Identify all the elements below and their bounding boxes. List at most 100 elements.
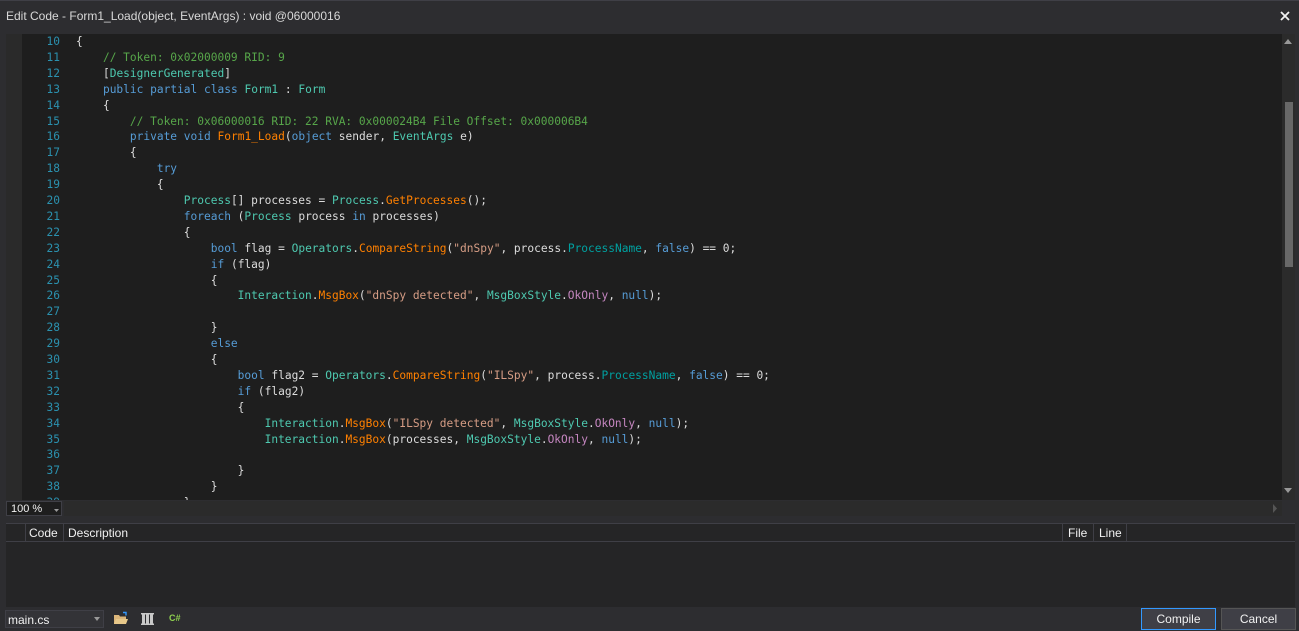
scroll-down-arrow-icon[interactable] [1284,488,1292,493]
cancel-button[interactable]: Cancel [1221,608,1296,630]
line-number: 13 [46,82,60,96]
line-number: 16 [46,130,60,144]
vertical-scrollbar[interactable] [1282,34,1295,500]
code-line[interactable]: 20 Process[] processes = Process.GetProc… [22,193,487,209]
error-list-header: Code Description File Line [6,523,1295,542]
code-line[interactable]: 36 [22,447,76,463]
code-line[interactable]: 30 { [22,352,218,368]
code-text: } [237,464,245,478]
code-line[interactable]: 31 bool flag2 = Operators.CompareString(… [22,368,770,384]
code-line[interactable]: 18 try [22,161,178,177]
line-number: 29 [46,337,60,351]
column-code[interactable]: Code [29,526,58,540]
code-line[interactable]: 27 [22,304,76,320]
code-text: private void Form1_Load(object sender, E… [129,130,474,144]
line-number: 22 [46,225,60,239]
line-number: 35 [46,432,60,446]
code-line[interactable]: 35 Interaction.MsgBox(processes, MsgBoxS… [22,432,642,448]
zoom-value: 100 % [11,503,43,515]
line-number: 38 [46,480,60,494]
scroll-right-arrow-icon[interactable] [1272,504,1278,513]
column-file[interactable]: File [1068,526,1087,540]
line-number: 17 [46,146,60,160]
assembly-references-icon[interactable] [140,611,156,627]
chevron-down-icon [94,617,100,621]
code-text: { [183,225,191,239]
code-text: // Token: 0x06000016 RID: 22 RVA: 0x0000… [129,114,588,128]
file-select[interactable]: main.cs [5,610,104,628]
line-number: 11 [46,50,60,64]
code-text: { [129,146,137,160]
code-text: Interaction.MsgBox(processes, MsgBoxStyl… [264,432,642,446]
code-line[interactable]: 17 { [22,145,137,161]
line-number: 23 [46,241,60,255]
line-number: 14 [46,98,60,112]
code-line[interactable]: 23 bool flag = Operators.CompareString("… [22,241,737,257]
line-number: 34 [46,416,60,430]
column-divider [1062,524,1063,542]
code-line[interactable]: 24 if (flag) [22,257,272,273]
code-line[interactable]: 13 public partial class Form1 : Form [22,82,326,98]
code-lines: 10{11 // Token: 0x02000009 RID: 9 12 [Des… [22,34,1282,500]
line-number: 27 [46,305,60,319]
csharp-icon[interactable]: C# [169,613,185,629]
chevron-down-icon [54,509,59,512]
code-line[interactable]: 29 else [22,336,238,352]
close-icon [1280,11,1290,21]
dialog-footer: main.cs C# Compile Cancel [0,607,1299,631]
code-line[interactable]: 25 { [22,273,218,289]
scrollbar-thumb[interactable] [1285,102,1293,267]
code-line[interactable]: 22 { [22,225,191,241]
column-divider [1126,524,1127,542]
code-line[interactable]: 38 } [22,479,218,495]
code-line[interactable]: 32 if (flag2) [22,384,306,400]
line-number: 15 [46,114,60,128]
code-text: { [237,400,245,414]
code-text: { [156,178,164,192]
column-divider [63,524,64,542]
close-button[interactable] [1276,6,1294,26]
code-line[interactable]: 16 private void Form1_Load(object sender… [22,129,474,145]
zoom-select[interactable]: 100 % [6,501,62,516]
code-line[interactable]: 33 { [22,400,245,416]
code-text: public partial class Form1 : Form [102,82,326,96]
code-line[interactable]: 14 { [22,98,110,114]
open-folder-icon[interactable] [113,611,129,627]
line-number: 32 [46,384,60,398]
horizontal-scrollbar[interactable] [64,501,1282,516]
column-description[interactable]: Description [68,526,128,540]
file-select-value: main.cs [8,613,50,627]
line-number: 24 [46,257,60,271]
code-line[interactable]: 19 { [22,177,164,193]
line-number: 31 [46,368,60,382]
code-text: bool flag2 = Operators.CompareString("IL… [237,368,770,382]
code-text: { [210,353,218,366]
code-line[interactable]: 21 foreach (Process process in processes… [22,209,440,225]
column-line[interactable]: Line [1099,526,1122,540]
code-editor[interactable]: 10{11 // Token: 0x02000009 RID: 9 12 [Des… [6,34,1295,500]
code-line[interactable]: 11 // Token: 0x02000009 RID: 9 [22,50,285,66]
code-line[interactable]: 26 Interaction.MsgBox("dnSpy detected", … [22,288,663,304]
column-divider [1093,524,1094,542]
code-line[interactable]: 10 { [22,34,83,50]
line-number: 26 [46,289,60,303]
code-text: } [210,480,218,494]
line-number: 36 [46,448,60,462]
line-number: 12 [46,66,60,80]
code-line[interactable]: 15 // Token: 0x06000016 RID: 22 RVA: 0x0… [22,114,588,130]
line-number: 18 [46,162,60,176]
code-line[interactable]: 37 } [22,463,245,479]
code-text: bool flag = Operators.CompareString("dnS… [210,241,737,255]
code-line[interactable]: 28 } [22,320,218,336]
scroll-up-arrow-icon[interactable] [1284,39,1292,44]
line-number: 33 [46,400,60,414]
compile-button[interactable]: Compile [1141,608,1216,630]
line-number: 25 [46,273,60,287]
line-number: 19 [46,178,60,192]
title-bar: Edit Code - Form1_Load(object, EventArgs… [0,0,1299,32]
code-text: else [210,337,238,351]
line-number: 37 [46,464,60,478]
code-text: Interaction.MsgBox("ILSpy detected", Msg… [264,416,690,430]
code-line[interactable]: 12 [DesignerGenerated] [22,66,231,82]
code-line[interactable]: 34 Interaction.MsgBox("ILSpy detected", … [22,416,690,432]
